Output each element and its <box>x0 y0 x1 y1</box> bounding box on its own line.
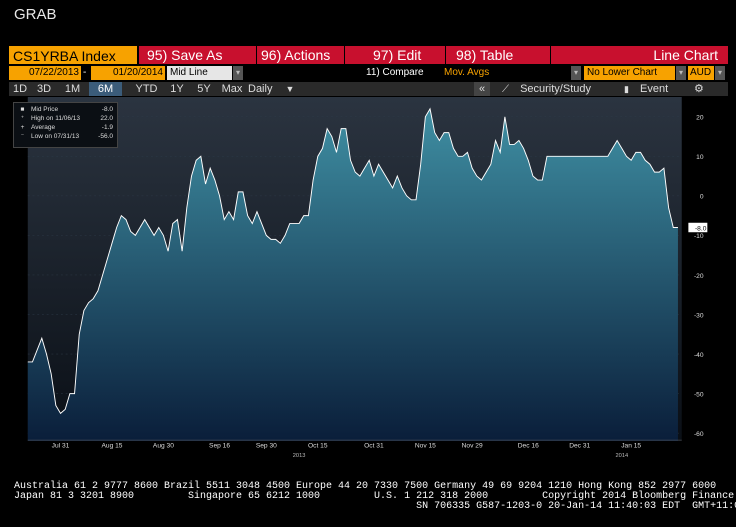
security-field[interactable]: CS1YRBA Index <box>9 46 137 64</box>
legend-value: -8.0 <box>101 106 113 113</box>
y-tick-label: -40 <box>694 352 704 359</box>
period-tab-ytd[interactable]: YTD <box>130 82 163 96</box>
legend-box: ■ Mid Price -8.0 ⁺ High on 11/06/13 22.0… <box>13 102 118 148</box>
line-type-select[interactable]: Mid Line <box>167 66 232 80</box>
x-tick-label: Jan 15 <box>621 443 641 450</box>
x-tick-label: Nov 15 <box>415 443 436 450</box>
x-tick-label: Dec 31 <box>569 443 590 450</box>
footer-contacts: Australia 61 2 9777 8600 Brazil 5511 304… <box>14 482 736 512</box>
arrow-up-icon: ⁺ <box>20 115 25 122</box>
y-tick-label: -20 <box>694 273 704 280</box>
x-tick-label: Aug 30 <box>153 443 174 450</box>
period-tab-5y[interactable]: 5Y <box>191 82 217 96</box>
mov-avgs-button[interactable]: Mov. Avgs <box>444 66 489 80</box>
table-button[interactable]: 98) Table <box>446 46 550 64</box>
x-tick-label: Aug 15 <box>101 443 122 450</box>
mov-avgs-dropdown-icon[interactable]: ▾ <box>571 66 581 80</box>
legend-value: 22.0 <box>100 115 113 122</box>
period-tab-1m[interactable]: 1M <box>57 82 88 96</box>
period-tab-max[interactable]: Max <box>218 82 246 96</box>
collapse-button[interactable]: « <box>474 82 490 96</box>
y-tick-label: 20 <box>696 115 704 122</box>
legend-row-low: ⁻ Low on 07/31/13 -56.0 <box>18 133 113 141</box>
x-tick-label: Oct 15 <box>308 443 328 450</box>
period-tab-3d[interactable]: 3D <box>32 82 56 96</box>
legend-label: Average <box>31 124 56 131</box>
security-study-button[interactable]: ⟋ Security/Study <box>502 82 591 96</box>
x-tick-label: Jul 31 <box>52 443 70 450</box>
y-tick-label: 0 <box>700 194 704 201</box>
end-date-field[interactable]: 01/20/2014 <box>91 66 165 80</box>
legend-row-high: ⁺ High on 11/06/13 22.0 <box>18 115 113 123</box>
chart-line-icon: ⟋ <box>502 84 509 95</box>
x-tick-label: Sep 16 <box>209 443 230 450</box>
y-tick-label: -50 <box>694 391 704 398</box>
legend-label: Mid Price <box>31 106 59 113</box>
save-as-button[interactable]: 95) Save As <box>139 46 256 64</box>
lower-chart-dropdown-icon[interactable]: ▾ <box>676 66 686 80</box>
event-button[interactable]: ▮ Event <box>624 82 668 96</box>
price-chart[interactable]: 20 10 0 -10 -20 -30 -40 -50 -60 -8.0 Jul 31 Aug 15… <box>9 97 728 460</box>
y-tick-label: -30 <box>694 312 704 319</box>
plus-icon: + <box>20 124 25 131</box>
currency-select[interactable]: AUD <box>688 66 714 80</box>
y-tick-label: -60 <box>694 431 704 438</box>
line-type-dropdown-icon[interactable]: ▾ <box>233 66 243 80</box>
year-label: 2014 <box>616 453 629 459</box>
event-label: Event <box>640 83 669 95</box>
y-tick-label: -10 <box>694 233 704 240</box>
period-tab-1d[interactable]: 1D <box>9 82 31 96</box>
currency-dropdown-icon[interactable]: ▾ <box>715 66 725 80</box>
date-separator: - <box>83 67 87 78</box>
legend-value: -56.0 <box>98 133 113 140</box>
legend-label: High on 11/06/13 <box>31 115 81 122</box>
flag-icon: ▮ <box>624 84 629 94</box>
year-label: 2013 <box>293 453 306 459</box>
x-tick-label: Sep 30 <box>256 443 277 450</box>
period-tab-6m[interactable]: 6M <box>89 82 122 96</box>
chart-type-label[interactable]: Line Chart <box>551 46 728 64</box>
lower-chart-select[interactable]: No Lower Chart <box>584 66 675 80</box>
arrow-down-icon: ⁻ <box>20 133 25 140</box>
period-tab-1y[interactable]: 1Y <box>164 82 190 96</box>
x-axis: Jul 31 Aug 15 Aug 30 Sep 16 Sep 30 Oct 15 Oct … <box>27 439 682 459</box>
edit-button[interactable]: 97) Edit <box>345 46 445 64</box>
legend-label: Low on 07/31/13 <box>31 133 80 140</box>
actions-button[interactable]: 96) Actions <box>257 46 344 64</box>
last-value-label: -8.0 <box>695 225 707 232</box>
footer-line-3: SN 706335 G587-1203-0 20-Jan-14 11:40:03… <box>14 501 736 512</box>
frequency-dropdown-icon: ▼ <box>285 84 295 94</box>
legend-row-average: + Average -1.9 <box>18 124 113 132</box>
settings-gear-icon[interactable]: ⚙ <box>694 82 704 96</box>
y-axis: 20 10 0 -10 -20 -30 -40 -50 -60 -8.0 <box>688 115 708 438</box>
frequency-label: Daily <box>248 83 273 95</box>
x-tick-label: Oct 31 <box>364 443 384 450</box>
y-tick-label: 10 <box>696 154 704 161</box>
legend-row-mid: ■ Mid Price -8.0 <box>18 106 113 114</box>
x-tick-label: Nov 29 <box>462 443 483 450</box>
x-tick-label: Dec 16 <box>518 443 539 450</box>
start-date-field[interactable]: 07/22/2013 <box>9 66 81 80</box>
security-study-label: Security/Study <box>520 83 591 95</box>
window-title: GRAB <box>14 6 57 23</box>
frequency-select[interactable]: Daily ▼ <box>248 82 294 96</box>
compare-button[interactable]: 11) Compare <box>366 66 424 80</box>
legend-value: -1.9 <box>101 124 113 131</box>
square-icon: ■ <box>20 106 25 113</box>
